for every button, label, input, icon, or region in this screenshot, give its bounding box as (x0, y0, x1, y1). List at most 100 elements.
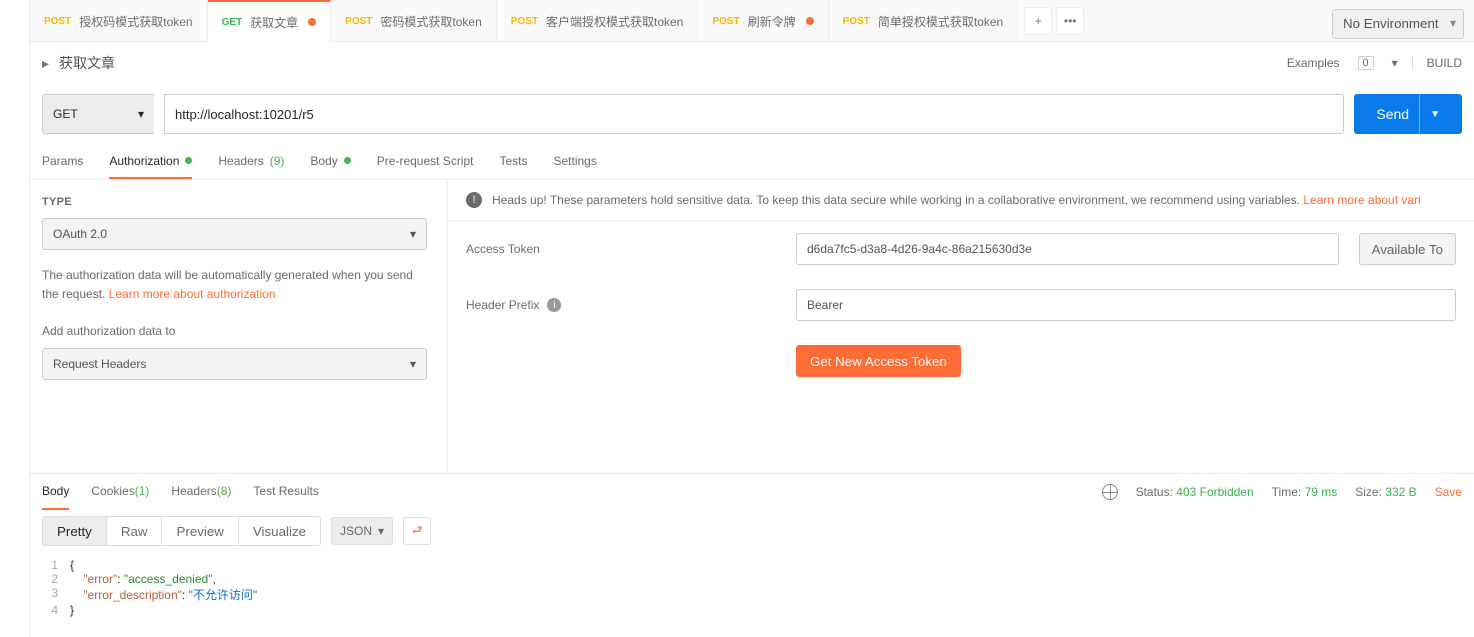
request-tab[interactable]: POST密码模式获取token (331, 0, 497, 42)
request-tabs-host: POST授权码模式获取tokenGET获取文章POST密码模式获取tokenPO… (30, 0, 1018, 41)
auth-right-column: ! Heads up! These parameters hold sensit… (448, 180, 1474, 473)
view-visualize-button[interactable]: Visualize (239, 517, 320, 545)
response-tabs: Body Cookies (1) Headers (8) Test Result… (30, 474, 1474, 510)
send-label: Send (1376, 106, 1409, 122)
dirty-dot-icon (308, 18, 316, 26)
response-toolbar: Pretty Raw Preview Visualize JSON▾ ⮐ (30, 510, 1474, 552)
response-body[interactable]: 1{ 2 "error": "access_denied", 3 "error_… (30, 552, 1474, 637)
title-right: Examples 0 ▾ BUILD (1287, 56, 1462, 70)
chevron-down-icon: ▾ (410, 357, 416, 371)
view-mode-segment: Pretty Raw Preview Visualize (42, 516, 321, 546)
request-tab[interactable]: POST 授权码模式获取token (30, 0, 208, 42)
size-block: Size: 332 B (1355, 485, 1416, 499)
learn-authorization-link[interactable]: Learn more about authorization (109, 287, 276, 301)
code-line: } (70, 603, 74, 617)
help-icon[interactable]: i (547, 298, 561, 312)
response-tab-cookies[interactable]: Cookies (1) (91, 474, 149, 510)
request-tab[interactable]: GET 获取文章 (208, 0, 332, 42)
environment-area: No Environment (1322, 0, 1474, 41)
line-number: 3 (30, 586, 70, 603)
view-raw-button[interactable]: Raw (107, 517, 163, 545)
tab-settings[interactable]: Settings (554, 144, 597, 179)
request-tab[interactable]: POST客户端授权模式获取token (497, 0, 699, 42)
auth-left-column: TYPE OAuth 2.0 ▾ The authorization data … (30, 180, 448, 473)
examples-label[interactable]: Examples (1287, 56, 1340, 70)
learn-variables-link[interactable]: Learn more about vari (1303, 193, 1420, 207)
auth-type-value: OAuth 2.0 (53, 227, 107, 241)
globe-icon[interactable] (1102, 484, 1118, 500)
get-new-access-token-button[interactable]: Get New Access Token (796, 345, 961, 377)
get-token-row: Get New Access Token (448, 333, 1474, 389)
code-line: "error_description": "不允许访问" (70, 586, 257, 603)
environment-select[interactable]: No Environment (1332, 9, 1464, 39)
request-tab[interactable]: POST简单授权模式获取token (829, 0, 1019, 42)
tab-label: 授权码模式获取token (79, 13, 192, 30)
status-block: Status: 403 Forbidden (1136, 485, 1254, 499)
new-tab-button[interactable]: + (1024, 7, 1052, 35)
access-token-input[interactable] (796, 233, 1339, 265)
active-dot-icon (344, 157, 351, 164)
line-number: 4 (30, 603, 70, 617)
tab-tests[interactable]: Tests (499, 144, 527, 179)
send-button[interactable]: Send ▼ (1354, 94, 1462, 134)
tab-pre-request-script[interactable]: Pre-request Script (377, 144, 474, 179)
heads-up-text: Heads up! These parameters hold sensitiv… (492, 193, 1421, 207)
method-badge: POST (511, 16, 538, 27)
method-dropdown[interactable]: GET ▾ (42, 94, 154, 134)
view-pretty-button[interactable]: Pretty (43, 517, 107, 545)
type-label: TYPE (42, 196, 427, 208)
auth-type-select[interactable]: OAuth 2.0 ▾ (42, 218, 427, 250)
save-response-button[interactable]: Save (1435, 485, 1462, 499)
response-meta: Status: 403 Forbidden Time: 79 ms Size: … (1102, 484, 1462, 500)
request-tab[interactable]: POST刷新令牌 (698, 0, 828, 42)
header-prefix-row: Header Prefixi (448, 277, 1474, 333)
url-row: GET ▾ Send ▼ (30, 84, 1474, 144)
available-tokens-button[interactable]: Available To (1359, 233, 1456, 265)
title-row: ▸ 获取文章 Examples 0 ▾ BUILD (30, 42, 1474, 84)
access-token-row: Access Token Available To (448, 221, 1474, 277)
tab-options-button[interactable]: ••• (1056, 7, 1084, 35)
tab-label: 获取文章 (250, 14, 298, 31)
response-tab-test-results[interactable]: Test Results (253, 474, 318, 510)
tab-headers[interactable]: Headers (9) (218, 144, 284, 179)
header-prefix-label: Header Prefixi (466, 298, 776, 312)
request-tabs-row: POST授权码模式获取tokenGET获取文章POST密码模式获取tokenPO… (30, 0, 1474, 42)
access-token-label: Access Token (466, 242, 776, 256)
title-left: ▸ 获取文章 (42, 53, 115, 73)
dirty-dot-icon (806, 17, 814, 25)
environment-select-wrap[interactable]: No Environment (1332, 9, 1464, 39)
time-block: Time: 79 ms (1272, 485, 1338, 499)
main-area: POST授权码模式获取tokenGET获取文章POST密码模式获取tokenPO… (30, 0, 1474, 637)
tab-body[interactable]: Body (310, 144, 350, 179)
line-number: 2 (30, 572, 70, 586)
build-button[interactable]: BUILD (1412, 56, 1462, 70)
tab-label: 刷新令牌 (748, 13, 796, 30)
request-subtabs: Params Authorization Headers (9) Body Pr… (30, 144, 1474, 180)
add-to-value: Request Headers (53, 357, 146, 371)
chevron-down-icon[interactable]: ▼ (1419, 94, 1440, 134)
response-tab-body[interactable]: Body (42, 474, 69, 510)
header-prefix-input[interactable] (796, 289, 1456, 321)
add-to-label: Add authorization data to (42, 324, 427, 338)
tab-params[interactable]: Params (42, 144, 83, 179)
collapse-icon[interactable]: ▸ (42, 55, 49, 72)
format-dropdown[interactable]: JSON▾ (331, 517, 393, 545)
method-value: GET (53, 107, 78, 121)
method-badge: POST (44, 16, 71, 27)
url-input[interactable] (164, 94, 1344, 134)
line-number: 1 (30, 558, 70, 572)
chevron-down-icon: ▾ (138, 107, 144, 121)
chevron-down-icon[interactable]: ▾ (1392, 56, 1398, 70)
code-line: { (70, 558, 74, 572)
method-badge: POST (345, 16, 372, 27)
method-badge: GET (222, 17, 243, 28)
warning-icon: ! (466, 192, 482, 208)
tab-label: 简单授权模式获取token (878, 13, 1003, 30)
tab-authorization[interactable]: Authorization (109, 144, 192, 179)
wrap-lines-button[interactable]: ⮐ (403, 517, 431, 545)
add-to-select[interactable]: Request Headers ▾ (42, 348, 427, 380)
chevron-down-icon: ▾ (410, 227, 416, 241)
response-tab-headers[interactable]: Headers (8) (171, 474, 231, 510)
tabs-actions: + ••• (1018, 0, 1090, 41)
view-preview-button[interactable]: Preview (162, 517, 238, 545)
